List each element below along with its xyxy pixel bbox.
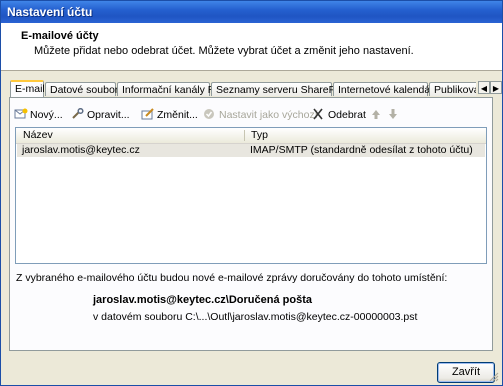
delivery-data-file: v datovém souboru C:\...\Outl\jaroslav.m…	[93, 311, 418, 323]
list-header: Název Typ	[16, 128, 486, 144]
move-up-button[interactable]	[369, 105, 385, 125]
new-button[interactable]: Nový...	[14, 105, 63, 125]
tab-strip: E-mail Datové soubory Informační kanály …	[10, 80, 476, 97]
delivery-info-text: Z vybraného e-mailového účtu budou nové …	[16, 272, 448, 284]
tab-scroll-left-icon[interactable]: ◀	[478, 81, 490, 94]
email-tab-panel: Nový... Opravit... Změnit... Nastavit ja…	[9, 97, 493, 351]
change-icon	[141, 108, 154, 120]
repair-button[interactable]: Opravit...	[71, 105, 130, 125]
title-bar[interactable]: Nastavení účtu	[1, 1, 502, 23]
account-row[interactable]: jaroslav.motis@keytec.cz IMAP/SMTP (stan…	[17, 144, 485, 157]
account-type-cell: IMAP/SMTP (standardně odesílat z tohoto …	[250, 144, 473, 156]
repair-button-label: Opravit...	[87, 109, 130, 121]
account-name-cell: jaroslav.motis@keytec.cz	[22, 144, 140, 156]
new-button-label: Nový...	[30, 109, 63, 121]
header-title: E-mailové účty	[21, 30, 99, 42]
close-button[interactable]: Zavřít	[437, 362, 495, 383]
tab-internet-calendars[interactable]: Internetové kalendáře	[333, 82, 440, 96]
tab-email[interactable]: E-mail	[10, 80, 45, 97]
tab-data-files[interactable]: Datové soubory	[45, 82, 124, 96]
column-separator[interactable]	[244, 130, 245, 141]
column-header-type[interactable]: Typ	[246, 128, 268, 143]
change-button-label: Změnit...	[157, 109, 198, 121]
repair-icon	[72, 108, 84, 119]
account-settings-window: Nastavení účtu E-mailové účty Můžete při…	[0, 0, 503, 386]
new-account-icon	[14, 108, 28, 119]
window-title: Nastavení účtu	[7, 5, 93, 19]
move-down-button[interactable]	[386, 105, 402, 125]
header-description: Můžete přidat nebo odebrat účet. Můžete …	[34, 45, 414, 57]
account-list[interactable]: Název Typ jaroslav.motis@keytec.cz IMAP/…	[15, 127, 487, 264]
checkmark-icon	[204, 109, 214, 119]
arrow-down-icon	[389, 109, 397, 119]
set-default-label: Nastavit jako výchozí	[219, 109, 318, 121]
tab-sharepoint-lists[interactable]: Seznamy serveru SharePoint	[211, 82, 353, 96]
remove-button-label: Odebrat	[328, 109, 366, 121]
column-header-name[interactable]: Název	[18, 128, 53, 143]
resize-grip-icon[interactable]	[489, 372, 499, 382]
set-default-button[interactable]: Nastavit jako výchozí	[203, 105, 318, 125]
remove-button[interactable]: Odebrat	[312, 105, 366, 125]
header-section: E-mailové účty Můžete přidat nebo odebra…	[1, 23, 502, 71]
arrow-up-icon	[372, 110, 380, 119]
tab-scroll-right-icon[interactable]: ▶	[490, 81, 502, 94]
tab-published-calendars[interactable]: Publikova	[429, 82, 476, 96]
change-button[interactable]: Změnit...	[141, 105, 198, 125]
remove-x-icon	[313, 108, 323, 120]
tab-rss-feeds[interactable]: Informační kanály RSS	[117, 82, 229, 96]
delivery-location: jaroslav.motis@keytec.cz\Doručená pošta	[93, 294, 312, 306]
